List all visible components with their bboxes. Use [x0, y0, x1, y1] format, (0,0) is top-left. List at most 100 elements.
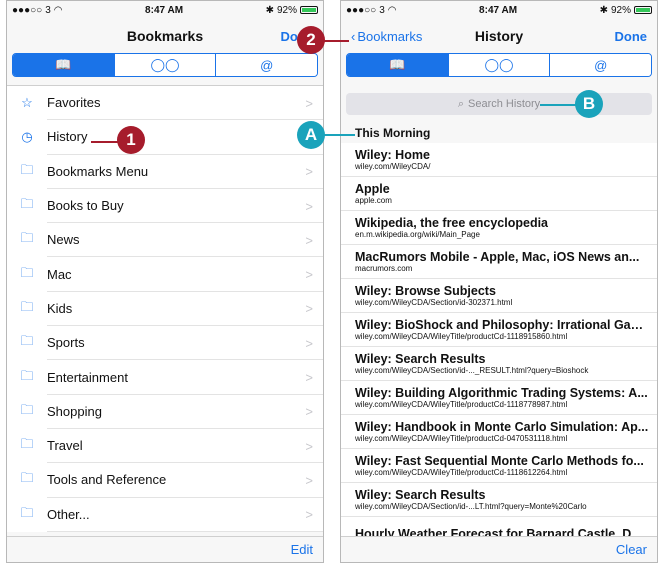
search-input[interactable]: ⌕ Search History — [346, 93, 652, 115]
bookmark-row[interactable]: 🗀 News > — [7, 223, 323, 258]
bookmark-row[interactable]: 🗀 Entertainment > — [7, 360, 323, 395]
tab-reading-list[interactable]: ◯◯ — [114, 54, 217, 76]
chevron-right-icon: > — [305, 164, 313, 180]
chevron-right-icon: > — [305, 438, 313, 454]
bookmark-row[interactable]: 🗀 Kids > — [7, 292, 323, 327]
bookmark-row[interactable]: 🗀 Shopping > — [7, 395, 323, 429]
history-title: Wiley: Browse Subjects — [355, 284, 496, 298]
folder-icon: 🗀 — [20, 367, 34, 383]
at-icon: @ — [594, 57, 608, 73]
history-item[interactable]: Wiley: Handbook in Monte Carlo Simulatio… — [341, 415, 657, 449]
tab-bookmarks[interactable]: 📖 — [13, 54, 115, 76]
signal: ●●●○○ 3 ◠ — [346, 5, 397, 16]
history-item[interactable]: Wiley: Browse Subjects wiley.com/WileyCDA… — [341, 279, 657, 313]
chevron-right-icon: > — [305, 95, 313, 111]
history-title: Wikipedia, the free encyclopedia — [355, 216, 549, 230]
history-item[interactable]: Wiley: Fast Sequential Monte Carlo Metho… — [341, 449, 657, 483]
history-url: wiley.com/WileyCDA/WileyTitle/productCd-… — [355, 332, 568, 341]
history-item[interactable]: Wiley: Home wiley.com/WileyCDA/ — [341, 143, 657, 177]
clock: 8:47 AM — [479, 4, 518, 16]
bookmark-label: Travel — [47, 429, 323, 464]
folder-icon: 🗀 — [20, 504, 34, 520]
edit-button[interactable]: Edit — [291, 542, 313, 557]
history-item[interactable]: Wiley: BioShock and Philosophy: Irration… — [341, 313, 657, 347]
bookmark-row[interactable]: 🗀 Bookmarks Menu > — [7, 155, 323, 189]
search-placeholder: Search History — [468, 98, 541, 110]
folder-icon: 🗀 — [20, 196, 34, 212]
history-url: macrumors.com — [355, 264, 413, 273]
page-title: Bookmarks — [126, 28, 204, 44]
page-title: History — [474, 28, 524, 44]
history-url: wiley.com/WileyCDA/WileyTitle/productCd-… — [355, 468, 568, 477]
bookmark-row[interactable]: 🗀 Other... > — [7, 498, 323, 532]
history-title: Wiley: Search Results — [355, 488, 486, 502]
bookmark-label: News — [47, 223, 323, 258]
history-title: Wiley: Building Algorithmic Trading Syst… — [355, 386, 648, 400]
history-item[interactable]: Wiley: Search Results wiley.com/WileyCDA/… — [341, 347, 657, 381]
signal: ●●●○○ 3 ◠ — [12, 5, 63, 16]
callout-2: 2 — [297, 26, 325, 54]
history-item[interactable]: MacRumors Mobile - Apple, Mac, iOS News … — [341, 245, 657, 279]
history-item[interactable]: Wiley: Building Algorithmic Trading Syst… — [341, 381, 657, 415]
bookmark-label: Sports — [47, 326, 323, 361]
callout-a: A — [297, 121, 325, 149]
bookmark-row[interactable]: 🗀 Tools and Reference > — [7, 463, 323, 498]
history-url: wiley.com/WileyCDA/Section/id-...LT.html… — [355, 502, 587, 511]
clock: 8:47 AM — [145, 4, 184, 16]
bookmark-row[interactable]: ☆ Favorites > — [7, 86, 323, 121]
bookmark-label: Books to Buy — [47, 189, 323, 224]
folder-icon: 🗀 — [20, 333, 34, 349]
battery-icon — [633, 6, 652, 14]
bluetooth-icon: ✱ — [599, 4, 608, 16]
clear-button[interactable]: Clear — [616, 542, 647, 557]
bookmark-row[interactable]: ◷History> — [7, 120, 323, 155]
history-url: apple.com — [355, 196, 392, 205]
history-url: wiley.com/WileyCDA/Section/id-..._RESULT… — [355, 366, 589, 375]
bookmark-label: Favorites — [47, 86, 323, 121]
bookmark-row[interactable]: 🗀 Sports > — [7, 326, 323, 361]
history-item[interactable]: Wiley: Search Results wiley.com/WileyCDA/… — [341, 483, 657, 517]
callout-b: B — [575, 90, 603, 118]
history-title: Wiley: Handbook in Monte Carlo Simulatio… — [355, 420, 649, 434]
history-screen: ●●●○○ 3 ◠ 8:47 AM ✱ 92% ‹ Bookmarks Hist… — [340, 0, 658, 563]
battery-percent: 92% — [276, 4, 297, 16]
history-url: wiley.com/WileyCDA/Section/id-302371.htm… — [355, 298, 513, 307]
history-title: Apple — [355, 182, 390, 196]
history-item[interactable]: Wikipedia, the free encyclopedia en.m.wik… — [341, 211, 657, 245]
glasses-icon: ◯◯ — [150, 57, 180, 72]
screenshot-stage: ●●●○○ 3 ◠ 8:47 AM ✱ 92% Bookmarks Done 📖… — [0, 0, 658, 563]
bookmark-label: Mac — [47, 257, 323, 292]
at-icon: @ — [260, 57, 274, 73]
battery-percent: 92% — [610, 4, 631, 16]
bookmark-row[interactable]: 🗀 Mac > — [7, 257, 323, 292]
tab-shared-links[interactable]: @ — [550, 54, 651, 76]
book-icon: 📖 — [55, 57, 72, 72]
chevron-right-icon: > — [305, 404, 313, 420]
bookmark-label: Tools and Reference — [47, 463, 323, 498]
chevron-right-icon: > — [305, 472, 313, 488]
history-title: Wiley: Fast Sequential Monte Carlo Metho… — [355, 454, 644, 468]
tab-reading-list[interactable]: ◯◯ — [448, 54, 551, 76]
bookmark-row[interactable]: 🗀 Books to Buy > — [7, 189, 323, 224]
bookmark-list: ☆Favorites>◷History>🗀Bookmarks Menu>🗀Boo… — [7, 86, 323, 532]
battery-area: ✱ 92% — [266, 5, 318, 16]
star-icon: ☆ — [21, 95, 33, 111]
history-item[interactable]: Apple apple.com — [341, 177, 657, 211]
chevron-right-icon: > — [305, 267, 313, 283]
folder-icon: 🗀 — [20, 436, 34, 452]
history-url: wiley.com/WileyCDA/WileyTitle/productCd-… — [355, 400, 568, 409]
history-url: wiley.com/WileyCDA/ — [355, 162, 431, 171]
chevron-left-icon: ‹ — [351, 28, 356, 44]
tab-bookmarks[interactable]: 📖 — [347, 54, 449, 76]
bookmark-label: Kids — [47, 292, 323, 327]
segmented-control: 📖 ◯◯ @ — [12, 53, 318, 77]
history-title: Wiley: BioShock and Philosophy: Irration… — [355, 318, 649, 332]
back-button[interactable]: ‹ Bookmarks — [351, 29, 422, 44]
section-header: This Morning — [355, 126, 431, 140]
done-button[interactable]: Done — [615, 29, 648, 44]
bookmark-label: Bookmarks Menu — [47, 155, 323, 189]
tab-shared-links[interactable]: @ — [216, 54, 317, 76]
bookmark-row[interactable]: 🗀 Travel > — [7, 429, 323, 464]
chevron-right-icon: > — [305, 301, 313, 317]
folder-icon: 🗀 — [20, 298, 34, 314]
